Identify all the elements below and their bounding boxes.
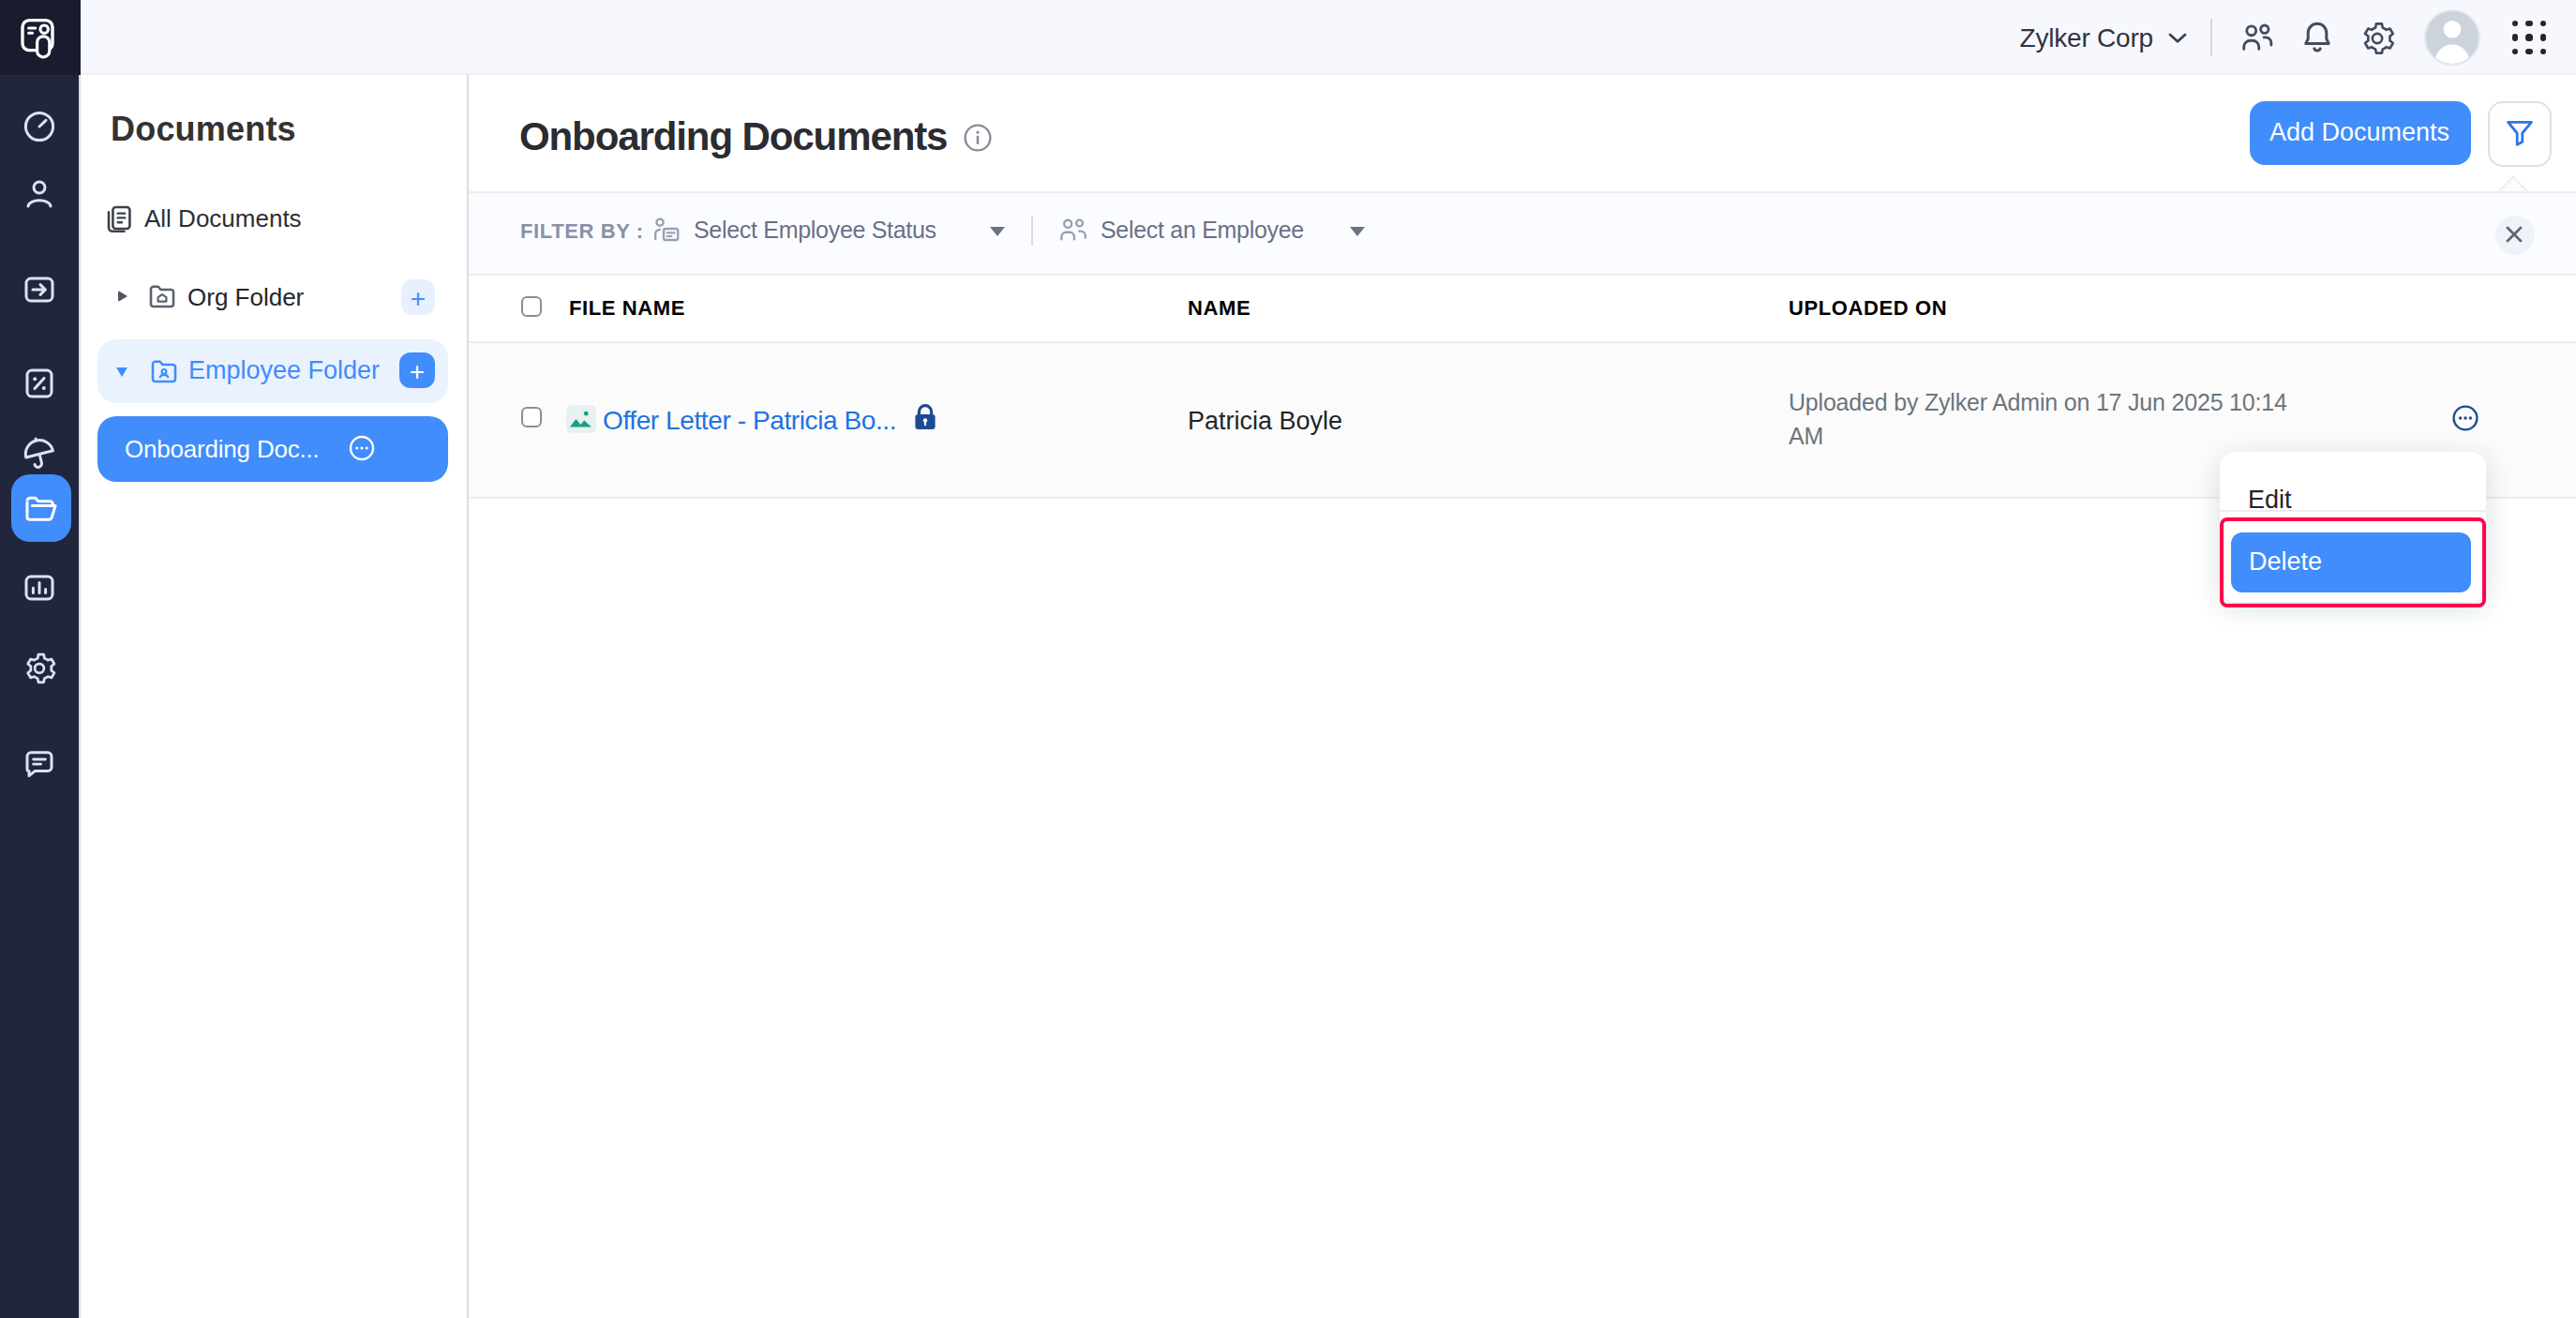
filter-button[interactable] xyxy=(2487,100,2552,166)
person-icon[interactable] xyxy=(22,176,57,212)
sidebar-item-org-folder[interactable]: Org Folder + xyxy=(81,268,469,326)
settings-icon[interactable] xyxy=(22,651,57,686)
employees-icon xyxy=(1057,216,1089,246)
close-filter-button[interactable] xyxy=(2494,215,2535,255)
select-an-employee-dropdown[interactable]: Select an Employee xyxy=(1101,217,1304,243)
people-app-logo-icon xyxy=(17,14,64,61)
people-icon[interactable] xyxy=(2238,19,2275,56)
analytics-icon[interactable] xyxy=(22,570,57,606)
org-name[interactable]: Zylker Corp xyxy=(2020,22,2154,52)
uploaded-on-text: Uploaded by Zylker Admin on 17 Jun 2025 … xyxy=(1789,388,2287,454)
close-icon xyxy=(2506,226,2524,245)
employee-folder-icon xyxy=(150,357,178,383)
employee-name: Patricia Boyle xyxy=(1188,406,1342,434)
employee-folder-add-button[interactable]: + xyxy=(399,352,435,388)
avatar[interactable] xyxy=(2423,9,2479,66)
row-checkbox[interactable] xyxy=(520,407,541,427)
org-folder-label: Org Folder xyxy=(187,282,304,310)
table-header xyxy=(469,275,2576,343)
filter-by-label: FILTER BY : xyxy=(520,218,644,241)
lock-icon xyxy=(912,403,936,431)
rail-active-item[interactable] xyxy=(10,474,70,542)
sidebar-item-all-documents[interactable]: All Documents xyxy=(105,195,302,242)
employee-chevron-down-icon[interactable] xyxy=(1350,227,1365,236)
onboarding-more-icon[interactable] xyxy=(349,435,375,461)
org-folder-icon xyxy=(148,283,176,309)
employee-status-icon xyxy=(651,216,682,246)
info-icon[interactable] xyxy=(964,124,992,152)
col-uploaded-on[interactable]: UPLOADED ON xyxy=(1789,295,1947,318)
top-bar: Zylker Corp xyxy=(0,0,2576,75)
main-content: Onboarding Documents Add Documents FILTE… xyxy=(469,75,2576,1318)
umbrella-icon[interactable] xyxy=(21,435,58,472)
gear-icon[interactable] xyxy=(2358,19,2395,56)
col-file-name[interactable]: FILE NAME xyxy=(569,295,685,318)
file-link[interactable]: Offer Letter - Patricia Bo... xyxy=(603,405,896,435)
org-folder-expand-icon[interactable] xyxy=(118,290,127,301)
status-chevron-down-icon[interactable] xyxy=(990,227,1005,236)
sidebar-item-employee-folder[interactable]: Employee Folder + xyxy=(97,338,448,402)
calendar-forward-icon[interactable] xyxy=(22,272,57,307)
sidebar-item-onboarding-documents[interactable]: Onboarding Doc... xyxy=(97,415,448,481)
dashboard-icon[interactable] xyxy=(22,108,57,143)
row-more-icon[interactable] xyxy=(2451,405,2478,431)
app-logo[interactable] xyxy=(0,0,81,75)
apps-grid-icon[interactable] xyxy=(2511,21,2546,55)
funnel-icon xyxy=(2505,118,2535,148)
menu-item-edit[interactable]: Edit xyxy=(2219,452,2486,512)
topbar-divider xyxy=(2209,19,2211,56)
employee-folder-label: Employee Folder xyxy=(188,355,380,383)
add-documents-button[interactable]: Add Documents xyxy=(2249,101,2470,164)
filter-divider xyxy=(1031,216,1033,246)
sidebar-title: Documents xyxy=(111,111,296,150)
org-chevron-down-icon[interactable] xyxy=(2166,31,2187,44)
all-documents-label: All Documents xyxy=(144,204,302,232)
bell-icon[interactable] xyxy=(2298,19,2335,56)
employee-folder-collapse-icon[interactable] xyxy=(116,367,127,377)
select-employee-status-dropdown[interactable]: Select Employee Status xyxy=(694,217,936,243)
org-folder-add-button[interactable]: + xyxy=(401,279,435,315)
page-title: Onboarding Documents xyxy=(519,112,947,159)
app: Zylker Corp xyxy=(0,0,2576,1318)
folder-icon xyxy=(22,490,58,526)
documents-copy-icon xyxy=(105,203,133,233)
annotation-highlight-box xyxy=(2219,517,2485,607)
left-rail xyxy=(0,75,81,1318)
onboarding-folder-label: Onboarding Doc... xyxy=(125,435,320,463)
image-file-icon xyxy=(566,405,595,432)
select-all-checkbox[interactable] xyxy=(520,296,541,317)
documents-sidebar: Documents All Documents Org Folder + xyxy=(81,75,469,1318)
col-name[interactable]: NAME xyxy=(1188,295,1251,318)
chat-icon[interactable] xyxy=(22,746,57,782)
tax-document-icon[interactable] xyxy=(22,365,57,400)
